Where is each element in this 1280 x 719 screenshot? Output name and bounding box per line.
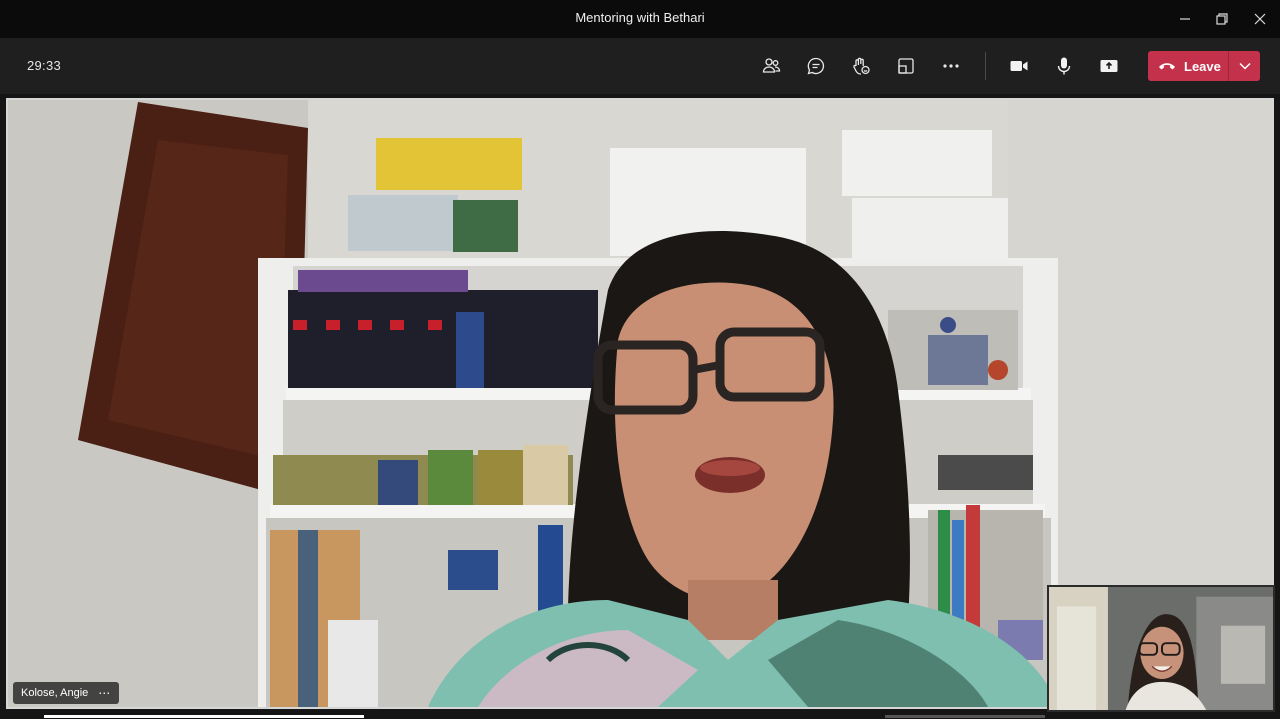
hand-icon <box>853 57 870 75</box>
participant-name-tag[interactable]: Kolose, Angie ⋯ <box>13 682 120 704</box>
share-button[interactable] <box>1094 52 1124 80</box>
minimize-button[interactable] <box>1168 4 1202 34</box>
hangup-icon <box>1159 63 1175 70</box>
raise-hand-button[interactable] <box>846 52 876 80</box>
chat-icon <box>807 57 825 75</box>
camera-icon <box>1010 61 1028 71</box>
people-icon <box>762 58 781 73</box>
share-tray-icon <box>1100 60 1118 72</box>
participant-more-icon[interactable]: ⋯ <box>98 686 111 700</box>
toolbar-divider <box>985 52 986 80</box>
participants-button[interactable] <box>756 52 786 80</box>
leave-options-button[interactable] <box>1229 51 1260 81</box>
window-title: Mentoring with Bethari <box>575 10 705 25</box>
self-view-video[interactable] <box>1047 585 1275 712</box>
participant-name: Kolose, Angie <box>21 687 89 699</box>
window-titlebar: Mentoring with Bethari <box>0 0 1280 38</box>
ellipsis-icon <box>943 64 959 68</box>
microphone-button[interactable] <box>1049 52 1079 80</box>
restore-button[interactable] <box>1205 4 1239 34</box>
chat-button[interactable] <box>801 52 831 80</box>
breakout-icon <box>898 58 914 74</box>
leave-button-group: Leave <box>1148 51 1260 81</box>
minimize-icon <box>1180 18 1190 20</box>
video-stage: Kolose, Angie ⋯ <box>0 94 1280 719</box>
self-view-image <box>1049 587 1273 710</box>
leave-button[interactable]: Leave <box>1148 51 1228 81</box>
meeting-toolbar: 29:33 Leave <box>0 38 1280 94</box>
close-window-button[interactable] <box>1243 4 1277 34</box>
restore-icon <box>1216 13 1228 25</box>
chevron-down-icon <box>1238 62 1251 70</box>
filmstrip-indicator <box>44 715 364 718</box>
mic-icon <box>1057 57 1071 75</box>
camera-button[interactable] <box>1004 52 1034 80</box>
leave-label: Leave <box>1184 58 1221 74</box>
close-icon <box>1254 13 1266 25</box>
meeting-timer: 29:33 <box>27 58 62 73</box>
rooms-button[interactable] <box>891 52 921 80</box>
more-actions-button[interactable] <box>936 52 966 80</box>
filmstrip-indicator-secondary <box>885 715 1045 718</box>
